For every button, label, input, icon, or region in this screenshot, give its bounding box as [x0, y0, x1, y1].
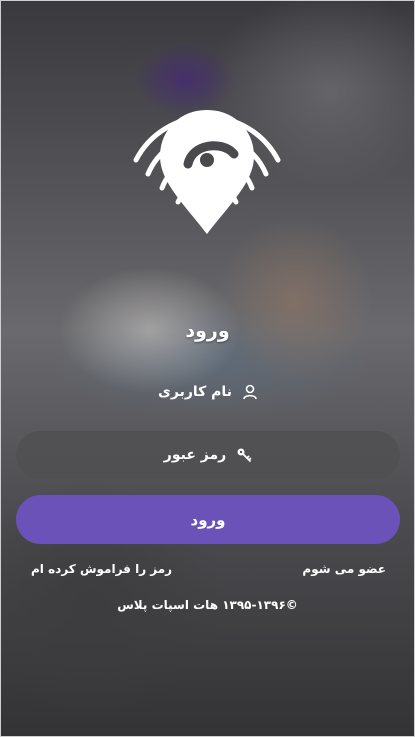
forgot-password-link[interactable]: رمز را فراموش کرده ام — [31, 562, 172, 576]
login-screen: ورود نام کاربری رمز عبور ورود عضو می شوم… — [0, 0, 415, 737]
user-icon — [242, 384, 258, 400]
username-field[interactable]: نام کاربری — [16, 368, 400, 416]
login-button[interactable]: ورود — [16, 495, 400, 544]
password-label: رمز عبور — [163, 447, 227, 463]
copyright-text: ©۱۳۹۵-۱۳۹۶ هات اسپات پلاس — [117, 598, 298, 612]
key-icon — [236, 447, 252, 463]
register-link[interactable]: عضو می شوم — [302, 562, 386, 576]
username-label: نام کاربری — [158, 384, 232, 400]
password-field[interactable]: رمز عبور — [16, 431, 400, 479]
location-pin-wifi-logo-icon — [133, 110, 281, 234]
page-title: ورود — [185, 320, 230, 342]
